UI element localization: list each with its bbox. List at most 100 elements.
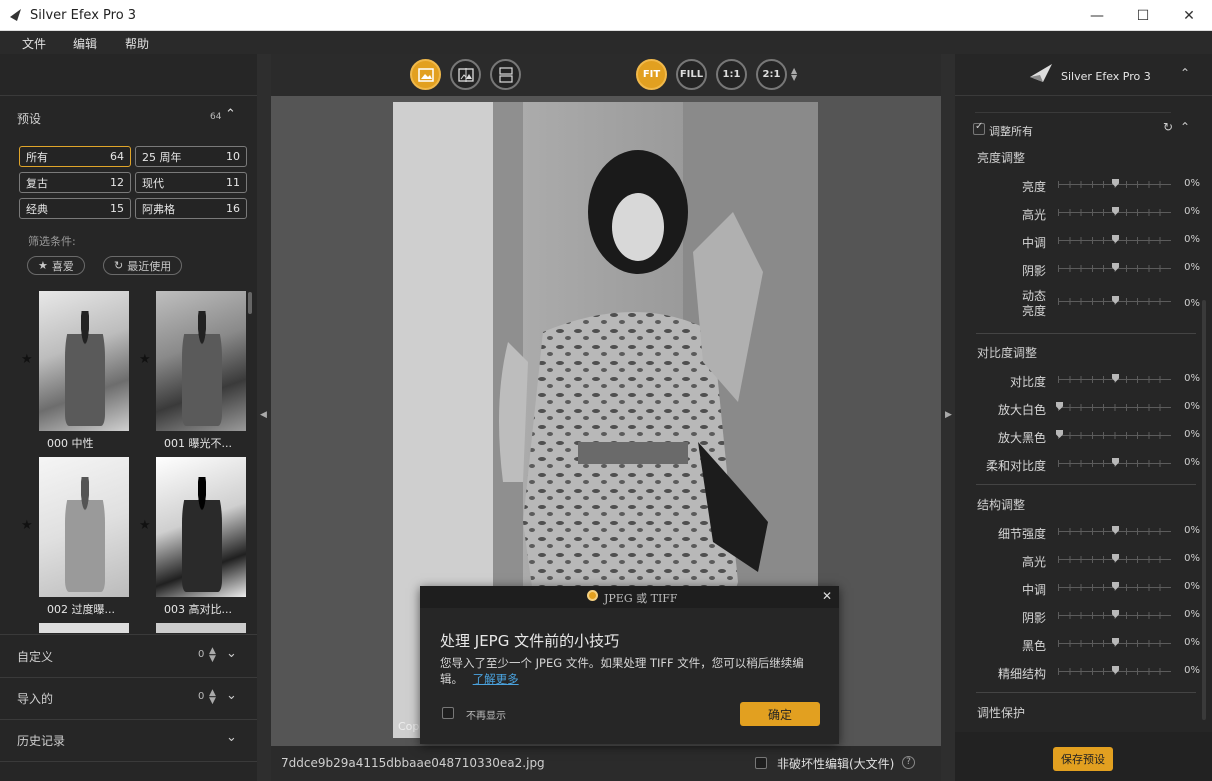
slider-structure-shadows[interactable]: 阴影 0% (955, 602, 1212, 630)
thumbnail-figure (182, 311, 222, 426)
divider (976, 333, 1196, 334)
section-custom[interactable]: 自定义 0 ▲ ▼ ⌄ (0, 636, 257, 676)
single-view-icon[interactable] (410, 59, 441, 90)
title-bar: Silver Efex Pro 3 — ☐ ✕ (0, 0, 1212, 31)
single-view-glyph (417, 67, 434, 82)
preset-category-classic[interactable]: 经典 15 (19, 198, 131, 219)
filter-recent-button[interactable]: ↻ 最近使用 (103, 256, 183, 275)
brand-name: Silver Efex Pro 3 (1061, 70, 1151, 83)
slider-soft-contrast[interactable]: 柔和对比度 0% (955, 450, 1212, 478)
preset-category-agfa[interactable]: 阿弗格 16 (135, 198, 247, 219)
slider-label: 柔和对比度 (985, 459, 1046, 473)
zoom-fill-button[interactable]: FILL (676, 59, 707, 90)
preset-category-count: 11 (226, 176, 240, 189)
slider-track[interactable] (1058, 435, 1171, 436)
reset-icon[interactable]: ↻ (1163, 120, 1173, 134)
zoom-100-button[interactable]: 1:1 (716, 59, 747, 90)
compare-view-icon[interactable] (490, 59, 521, 90)
preset-thumbnail[interactable] (156, 291, 246, 431)
dialog-logo-icon (587, 590, 598, 601)
section-imported[interactable]: 导入的 0 ▲ ▼ ⌄ (0, 678, 257, 718)
preset-category-all[interactable]: 所有 64 (19, 146, 131, 167)
slider-track[interactable] (1058, 407, 1171, 408)
thumbnails-scrollbar[interactable] (248, 292, 252, 314)
group-title-tone-protect[interactable]: 调性保护 (977, 704, 1025, 721)
slider-highlights[interactable]: 高光 0% (955, 199, 1212, 227)
chevron-down-icon[interactable]: ⌄ (226, 646, 237, 661)
nondestructive-label: 非破坏性编辑(大文件) (777, 757, 895, 771)
slider-detail-strength[interactable]: 细节强度 0% (955, 518, 1212, 546)
jpeg-tips-dialog: JPEG 或 TIFF ✕ 处理 JEPG 文件前的小技巧 您导入了至少一个 J… (420, 586, 839, 744)
nondestructive-checkbox[interactable] (755, 757, 767, 769)
zoom-stepper-icon[interactable]: ▲ ▼ (791, 67, 797, 82)
slider-structure-midtones[interactable]: 中调 0% (955, 574, 1212, 602)
minimize-button[interactable]: — (1074, 0, 1120, 31)
preset-category-label: 所有 (26, 150, 48, 164)
chevron-down-icon[interactable]: ⌄ (226, 730, 237, 745)
slider-label: 阴影 (1021, 264, 1046, 278)
menu-help[interactable]: 帮助 (125, 35, 149, 52)
slider-fine-structure[interactable]: 精细结构 0% (955, 658, 1212, 686)
split-view-icon[interactable] (450, 59, 481, 90)
preset-thumbnail[interactable] (39, 457, 129, 597)
slider-value: 0% (1184, 178, 1200, 189)
maximize-button[interactable]: ☐ (1120, 0, 1166, 31)
sort-icon[interactable]: ▲ ▼ (209, 689, 216, 706)
slider-midtones[interactable]: 中调 0% (955, 227, 1212, 255)
zoom-200-button[interactable]: 2:1 (756, 59, 787, 90)
collapse-right-icon[interactable]: ▶ (945, 410, 952, 420)
adjust-all-checkbox[interactable]: ✓ (973, 121, 985, 135)
collapse-adjust-icon[interactable]: ⌃ (1180, 120, 1190, 134)
menu-edit[interactable]: 编辑 (73, 35, 97, 52)
filter-favorites-button[interactable]: ★ 喜爱 (27, 256, 85, 275)
slider-dynamic-brightness[interactable]: 动态 亮度 0% (955, 286, 1212, 322)
favorite-star-icon[interactable]: ★ (139, 352, 151, 367)
right-panel-toggle-strip[interactable]: ▶ (941, 54, 955, 781)
preset-category-modern[interactable]: 现代 11 (135, 172, 247, 193)
preset-thumbnail[interactable] (156, 457, 246, 597)
chevron-down-icon[interactable]: ⌄ (226, 688, 237, 703)
preset-category-25th[interactable]: 25 周年 10 (135, 146, 247, 167)
dialog-close-icon[interactable]: ✕ (822, 589, 832, 603)
preset-category-label: 经典 (26, 202, 48, 216)
dont-show-checkbox[interactable] (442, 707, 454, 719)
zoom-fit-button[interactable]: FIT (636, 59, 667, 90)
collapse-left-icon[interactable]: ◀ (260, 410, 267, 420)
preset-thumbnail-partial[interactable] (156, 623, 246, 633)
ok-button[interactable]: 确定 (740, 702, 820, 726)
adjustments-scrollbar[interactable] (1202, 300, 1206, 720)
slider-structure-blacks[interactable]: 黑色 0% (955, 630, 1212, 658)
slider-amplify-whites[interactable]: 放大白色 0% (955, 394, 1212, 422)
left-panel-toggle-strip[interactable]: ◀ (257, 54, 271, 781)
preset-thumbnail-partial[interactable] (39, 623, 129, 633)
preset-category-vintage[interactable]: 复古 12 (19, 172, 131, 193)
collapse-presets-icon[interactable]: ⌃ (225, 107, 236, 122)
preset-category-count: 64 (110, 150, 124, 163)
section-history[interactable]: 历史记录 ⌄ (0, 720, 257, 760)
collapse-panel-icon[interactable]: ⌃ (1180, 66, 1190, 80)
preset-thumbnail[interactable] (39, 291, 129, 431)
slider-value: 0% (1184, 373, 1200, 384)
section-count: 0 (198, 691, 205, 702)
slider-label: 细节强度 (997, 527, 1046, 541)
divider (976, 484, 1196, 485)
save-preset-button[interactable]: 保存预设 (1053, 747, 1113, 771)
preset-category-count: 10 (226, 150, 240, 163)
favorite-star-icon[interactable]: ★ (139, 518, 151, 533)
slider-brightness[interactable]: 亮度 0% (955, 171, 1212, 199)
slider-shadows[interactable]: 阴影 0% (955, 255, 1212, 283)
learn-more-link[interactable]: 了解更多 (473, 672, 519, 686)
favorite-star-icon[interactable]: ★ (21, 352, 33, 367)
slider-amplify-blacks[interactable]: 放大黑色 0% (955, 422, 1212, 450)
slider-value: 0% (1184, 429, 1200, 440)
dialog-header-title: JPEG 或 TIFF (604, 592, 678, 605)
slider-structure-highlights[interactable]: 高光 0% (955, 546, 1212, 574)
close-button[interactable]: ✕ (1166, 0, 1212, 31)
menu-file[interactable]: 文件 (22, 35, 46, 52)
preset-category-label: 复古 (26, 176, 48, 190)
sort-icon[interactable]: ▲ ▼ (209, 647, 216, 664)
favorite-star-icon[interactable]: ★ (21, 518, 33, 533)
help-icon[interactable]: ? (902, 756, 915, 769)
slider-contrast[interactable]: 对比度 0% (955, 366, 1212, 394)
section-label: 导入的 (17, 692, 54, 706)
